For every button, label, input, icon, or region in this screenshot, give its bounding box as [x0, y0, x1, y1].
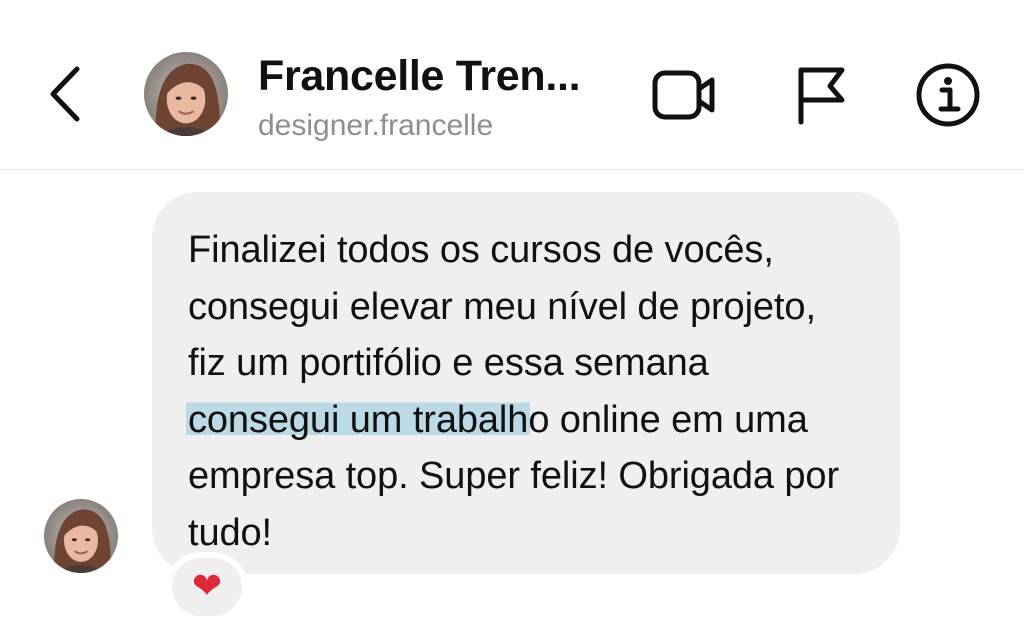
message-bubble[interactable]: Finalizei todos os cursos de vocês, cons… — [152, 192, 900, 574]
profile-photo — [44, 499, 118, 573]
flag-icon — [798, 67, 845, 125]
info-button[interactable] — [914, 62, 982, 128]
avatar[interactable] — [144, 52, 228, 136]
chat-header: Francelle Tren... designer.francelle — [0, 0, 1024, 170]
sender-avatar[interactable] — [44, 499, 118, 573]
profile-photo — [144, 52, 228, 136]
highlighted-text: consegui um trabalh — [186, 398, 531, 441]
video-call-icon — [652, 70, 715, 120]
back-button[interactable] — [38, 62, 92, 126]
heart-reaction[interactable]: ❤ — [166, 552, 248, 622]
info-icon — [916, 63, 980, 127]
video-call-button[interactable] — [650, 62, 718, 128]
report-button[interactable] — [787, 62, 855, 128]
heart-icon: ❤ — [191, 566, 223, 607]
contact-username: designer.francelle — [258, 109, 494, 142]
message-text: Finalizei todos os cursos de vocês, cons… — [186, 222, 864, 561]
message-text-start: Finalizei todos os cursos de vocês, cons… — [188, 229, 816, 384]
contact-name[interactable]: Francelle Tren... — [258, 52, 581, 101]
chevron-left-icon — [50, 66, 80, 122]
